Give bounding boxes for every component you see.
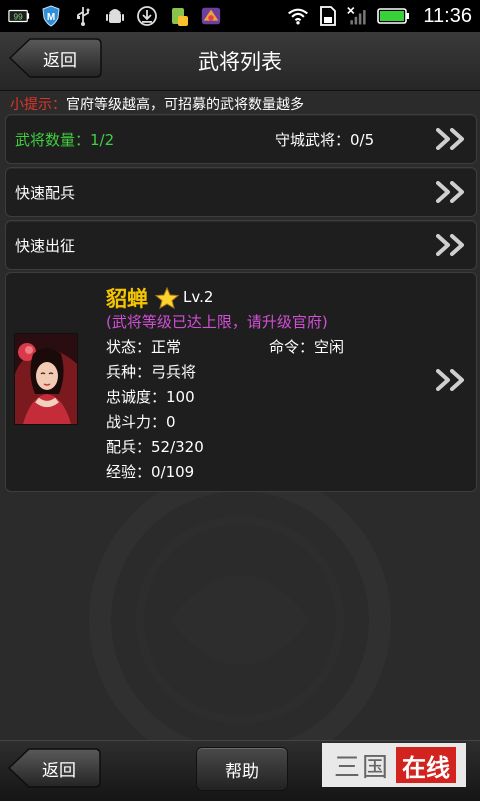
general-level: Lv.2 [183,288,214,306]
status-bar-notifications: 99 M [0,5,222,27]
header: 返回 武将列表 [0,32,480,91]
app-icon [168,5,190,27]
double-chevron-right-icon[interactable] [436,128,466,150]
general-troop-type: 兵种：弓兵将 [106,363,197,381]
general-count-row[interactable]: 武将数量：1/2 守城武将：0/5 [5,114,477,164]
clock-time: 11:36 [423,4,472,27]
game-app-icon [200,5,222,27]
battery-icon [377,5,411,27]
android-debug-icon [104,5,126,27]
logo-text-left: 三国 [334,752,391,783]
general-combat-power: 战斗力：0 [106,413,176,431]
defense-general-label: 守城武将：0/5 [275,131,375,149]
bottom-back-button[interactable]: 返回 [7,747,101,789]
tip-line: 小提示：官府等级越高，可招募的武将数量越多 [10,94,304,114]
tip-label: 小提示： [10,97,66,113]
svg-text:M: M [47,12,55,23]
tip-text: 官府等级越高，可招募的武将数量越多 [66,97,304,113]
general-loyalty: 忠诚度：100 [106,388,195,406]
wifi-icon [287,5,309,27]
star-icon [155,287,179,309]
quick-march-label: 快速出征 [15,237,76,255]
double-chevron-right-icon[interactable] [436,234,466,256]
quick-march-row[interactable]: 快速出征 [5,220,477,270]
general-name: 貂蝉 [106,287,148,311]
help-button[interactable]: 帮助 [196,747,288,791]
general-state: 状态：正常 [106,338,182,356]
sd-card-icon [317,5,339,27]
status-bar: 99 M 11:36 [0,0,480,32]
brand-logo: 三国 在线 [322,743,466,787]
general-experience: 经验：0/109 [106,463,195,481]
quick-troops-row[interactable]: 快速配兵 [5,167,477,217]
general-troops: 配兵：52/320 [106,438,204,456]
bottom-back-label: 返回 [42,760,76,781]
battery-small-text: 99 [13,13,23,22]
double-chevron-right-icon[interactable] [436,369,466,391]
general-count-label: 武将数量：1/2 [15,131,115,149]
usb-icon [72,5,94,27]
background-emblem-icon [89,470,391,740]
general-card[interactable]: 貂蝉 Lv.2 (武将等级已达上限，请升级官府) 状态：正常 命令：空闲 兵种：… [5,272,477,492]
quick-troops-label: 快速配兵 [15,184,76,202]
general-command: 命令：空闲 [269,338,345,356]
battery-small-icon: 99 [8,5,30,27]
diaochan-portrait-icon [15,334,77,424]
page-title: 武将列表 [198,50,282,74]
download-icon [136,5,158,27]
general-portrait [14,333,78,425]
status-bar-system: 11:36 [287,5,480,28]
general-level-warning: (武将等级已达上限，请升级官府) [106,313,328,331]
shield-m-icon: M [40,5,62,27]
no-signal-icon [347,5,369,27]
double-chevron-right-icon[interactable] [436,181,466,203]
logo-text-right: 在线 [396,747,457,783]
